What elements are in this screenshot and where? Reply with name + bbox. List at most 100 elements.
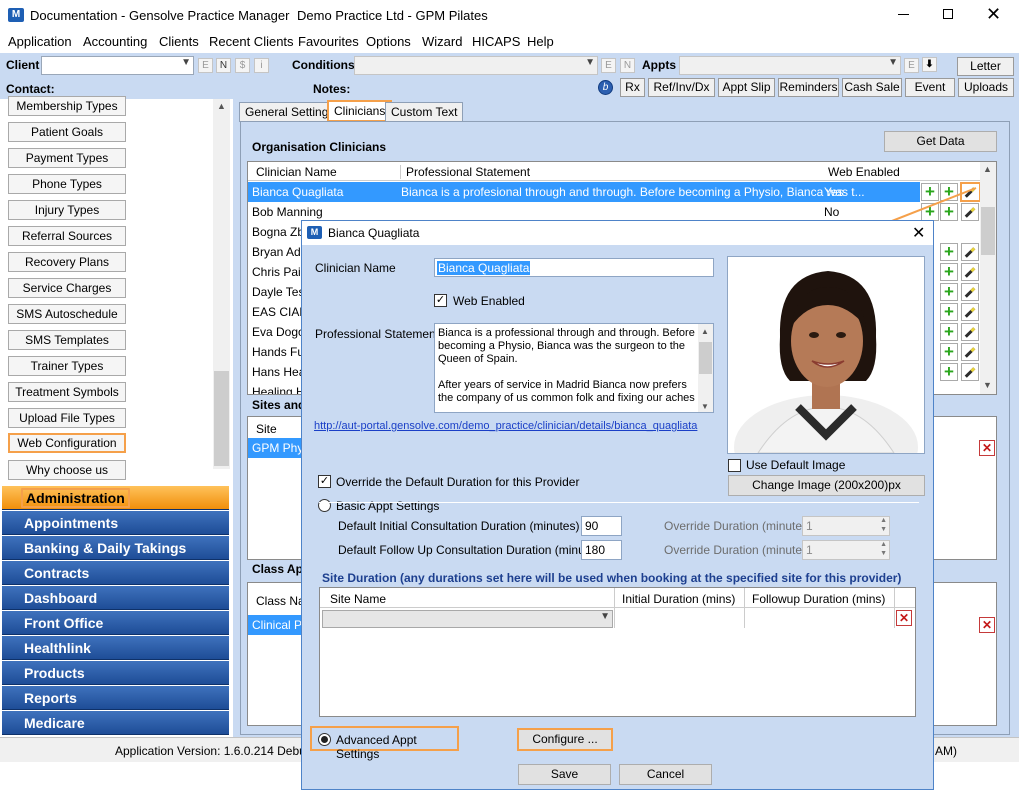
event-button[interactable]: Event xyxy=(905,78,955,97)
basic-appt-radio[interactable] xyxy=(318,499,331,512)
tab-clinicians[interactable]: Clinicians xyxy=(327,100,393,122)
menu-application[interactable]: Application xyxy=(8,34,72,49)
edit-pencil-icon[interactable] xyxy=(961,303,979,321)
close-icon[interactable]: ✕ xyxy=(986,4,1001,25)
sidebar-item-upload-file-types[interactable]: Upload File Types xyxy=(8,408,126,428)
table-row[interactable]: EAS CIAM xyxy=(248,302,308,322)
textarea-scrollbar[interactable]: ▲ ▼ xyxy=(698,324,713,412)
menu-help[interactable]: Help xyxy=(527,34,554,49)
override-followup-stepper[interactable]: 1 ▲ ▼ xyxy=(802,540,890,560)
configure-button[interactable]: Configure ... xyxy=(517,728,613,751)
sidebar-item-trainer-types[interactable]: Trainer Types xyxy=(8,356,126,376)
nav-front-office[interactable]: Front Office xyxy=(2,611,229,635)
cancel-button[interactable]: Cancel xyxy=(619,764,712,785)
conditions-n-button[interactable]: N xyxy=(620,58,635,73)
table-row[interactable]: Healing Ha xyxy=(248,382,308,394)
site-name-combo[interactable]: ▼ xyxy=(322,610,613,628)
scroll-thumb[interactable] xyxy=(699,342,712,374)
add-icon[interactable]: + xyxy=(940,343,958,361)
scroll-thumb[interactable] xyxy=(214,371,229,466)
delete-icon[interactable]: ✕ xyxy=(896,610,912,626)
delete-icon[interactable]: ✕ xyxy=(979,440,995,456)
cash-sale-button[interactable]: Cash Sale xyxy=(842,78,902,97)
sidebar-item-patient-goals[interactable]: Patient Goals xyxy=(8,122,126,142)
use-default-image-checkbox[interactable] xyxy=(728,459,741,472)
table-row[interactable]: Chris Pain xyxy=(248,262,308,282)
table-row[interactable]: Bogna Zbo xyxy=(248,222,308,242)
sidebar-item-phone-types[interactable]: Phone Types xyxy=(8,174,126,194)
appts-e-button[interactable]: E xyxy=(904,58,919,73)
sidebar-item-service-charges[interactable]: Service Charges xyxy=(8,278,126,298)
sidebar-item-treatment-symbols[interactable]: Treatment Symbols xyxy=(8,382,126,402)
nav-products[interactable]: Products xyxy=(2,661,229,685)
add-icon[interactable]: + xyxy=(940,263,958,281)
sidebar-item-payment-types[interactable]: Payment Types xyxy=(8,148,126,168)
sidebar-item-sms-templates[interactable]: SMS Templates xyxy=(8,330,126,350)
nav-contracts[interactable]: Contracts xyxy=(2,561,229,585)
clinician-link[interactable]: http://aut-portal.gensolve.com/demo_prac… xyxy=(314,420,697,432)
nav-dashboard[interactable]: Dashboard xyxy=(2,586,229,610)
letter-button[interactable]: Letter xyxy=(957,57,1014,76)
menu-favourites[interactable]: Favourites xyxy=(298,34,359,49)
tab-general-settings[interactable]: General Settings xyxy=(239,102,341,122)
override-default-checkbox[interactable]: ✓ xyxy=(318,475,331,488)
table-row[interactable]: Dayle Tesk xyxy=(248,282,308,302)
sidebar-item-membership-types[interactable]: Membership Types xyxy=(8,96,126,116)
edit-pencil-icon[interactable] xyxy=(961,263,979,281)
scroll-down-icon[interactable]: ▼ xyxy=(983,380,992,390)
stepper-arrows-icon[interactable]: ▲ ▼ xyxy=(880,540,887,558)
sidebar-item-why-choose-us[interactable]: Why choose us xyxy=(8,460,126,480)
add-icon[interactable]: + xyxy=(940,323,958,341)
edit-pencil-icon[interactable] xyxy=(961,323,979,341)
table-row[interactable]: GPM Phys xyxy=(248,438,308,458)
statement-textarea[interactable]: Bianca is a professional through and thr… xyxy=(434,323,714,413)
scroll-up-icon[interactable]: ▲ xyxy=(217,101,226,111)
initial-duration-input[interactable]: 90 xyxy=(581,516,622,536)
web-enabled-checkbox[interactable]: ✓ xyxy=(434,294,447,307)
client-dollar-button[interactable]: $ xyxy=(235,58,250,73)
sidebar-item-referral-sources[interactable]: Referral Sources xyxy=(8,226,126,246)
nav-medicare[interactable]: Medicare xyxy=(2,711,229,735)
conditions-e-button[interactable]: E xyxy=(601,58,616,73)
help-circle-icon[interactable]: b xyxy=(598,80,613,95)
table-row[interactable]: Hans Heal xyxy=(248,362,308,382)
ref-inv-dx-button[interactable]: Ref/Inv/Dx xyxy=(648,78,715,97)
table-row[interactable]: Clinical Pila xyxy=(248,615,308,635)
clinician-name-input[interactable]: Bianca Quagliata xyxy=(434,258,714,277)
nav-reports[interactable]: Reports xyxy=(2,686,229,710)
rx-button[interactable]: Rx xyxy=(620,78,645,97)
menu-accounting[interactable]: Accounting xyxy=(83,34,147,49)
maximize-icon[interactable] xyxy=(943,9,953,19)
conditions-combo[interactable]: ▼ xyxy=(354,56,598,75)
uploads-button[interactable]: Uploads xyxy=(958,78,1014,97)
reminders-button[interactable]: Reminders xyxy=(778,78,839,97)
override-initial-stepper[interactable]: 1 ▲ ▼ xyxy=(802,516,890,536)
nav-banking-daily-takings[interactable]: Banking & Daily Takings xyxy=(2,536,229,560)
add-icon[interactable]: + xyxy=(940,363,958,381)
minimize-icon[interactable] xyxy=(898,14,909,15)
sidebar-item-sms-autoschedule[interactable]: SMS Autoschedule xyxy=(8,304,126,324)
tab-custom-text[interactable]: Custom Text xyxy=(385,102,464,122)
advanced-appt-radio[interactable] xyxy=(318,733,331,746)
close-icon[interactable]: ✕ xyxy=(912,223,925,243)
scroll-down-icon[interactable]: ▼ xyxy=(701,400,709,412)
edit-pencil-icon[interactable] xyxy=(961,363,979,381)
advanced-appt-option[interactable]: Advanced Appt Settings xyxy=(310,726,459,761)
download-icon[interactable]: ⬇ xyxy=(922,57,937,72)
edit-pencil-icon[interactable] xyxy=(961,283,979,301)
client-combo[interactable]: ▼ xyxy=(41,56,194,75)
sidebar-item-injury-types[interactable]: Injury Types xyxy=(8,200,126,220)
change-image-button[interactable]: Change Image (200x200)px xyxy=(728,475,925,496)
add-icon[interactable]: + xyxy=(940,303,958,321)
get-data-button[interactable]: Get Data xyxy=(884,131,997,152)
appt-slip-button[interactable]: Appt Slip xyxy=(718,78,775,97)
scroll-up-icon[interactable]: ▲ xyxy=(983,164,992,174)
nav-administration[interactable]: Administration xyxy=(2,486,229,510)
delete-icon[interactable]: ✕ xyxy=(979,617,995,633)
scroll-up-icon[interactable]: ▲ xyxy=(701,325,709,338)
followup-duration-input[interactable]: 180 xyxy=(581,540,622,560)
menu-hicaps[interactable]: HICAPS xyxy=(472,34,520,49)
table-row[interactable]: Bianca Quagliata Bianca is a profesional… xyxy=(248,182,920,202)
nav-healthlink[interactable]: Healthlink xyxy=(2,636,229,660)
add-icon[interactable]: + xyxy=(940,283,958,301)
